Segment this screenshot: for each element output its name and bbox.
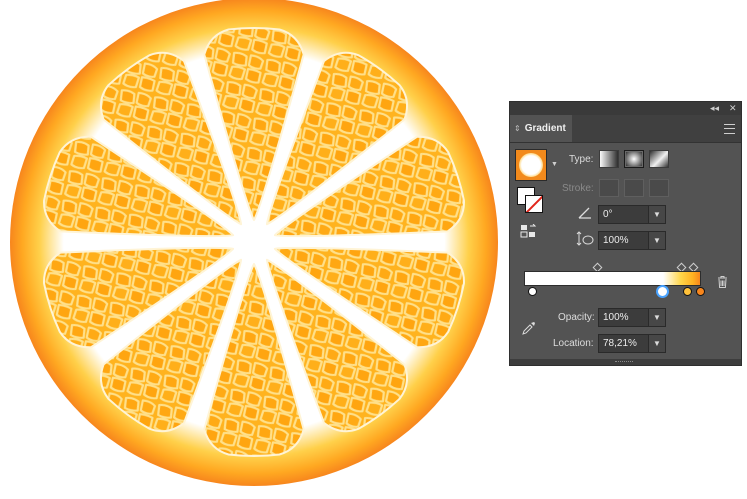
stroke-swatch[interactable] (525, 195, 543, 213)
gradient-slider[interactable] (524, 271, 701, 286)
orange-core (240, 228, 268, 256)
opacity-field[interactable]: 100% ▼ (598, 308, 666, 327)
radial-gradient-button[interactable] (624, 150, 644, 168)
gradient-preview-swatch[interactable] (515, 149, 547, 181)
panel-menu-icon[interactable] (724, 124, 735, 134)
location-value[interactable]: 78,21% (599, 338, 648, 349)
gradient-stop[interactable] (696, 287, 705, 296)
stroke-along-button[interactable] (624, 179, 644, 197)
tab-gradient[interactable]: ⇕ Gradient (510, 115, 572, 142)
gradient-stop[interactable] (528, 287, 537, 296)
aspect-ratio-dropdown-icon[interactable]: ▼ (648, 232, 665, 249)
tab-grip-icon[interactable]: ⇕ (514, 124, 521, 133)
resize-grip-icon[interactable] (615, 361, 633, 364)
opacity-dropdown-icon[interactable]: ▼ (648, 309, 665, 326)
aspect-ratio-icon (576, 231, 594, 246)
angle-field[interactable]: 0° ▼ (598, 205, 666, 224)
freeform-gradient-button[interactable] (649, 150, 669, 168)
location-dropdown-icon[interactable]: ▼ (648, 335, 665, 352)
fill-stroke-swatch[interactable] (517, 187, 543, 213)
delete-stop-icon[interactable] (717, 276, 728, 288)
opacity-label: Opacity: (558, 312, 595, 323)
close-icon[interactable]: ✕ (729, 102, 737, 115)
gradient-stop-selected[interactable] (656, 285, 669, 298)
gradient-preview-disc (519, 153, 543, 177)
opacity-value[interactable]: 100% (599, 312, 648, 323)
angle-icon (578, 207, 591, 219)
preview-dropdown-icon[interactable]: ▼ (551, 161, 558, 168)
stroke-across-button[interactable] (649, 179, 669, 197)
gradient-panel: ◂◂ ✕ ⇕ Gradient ▼ Type: Stroke: 0° ▼ 100… (509, 101, 742, 366)
eyedropper-icon[interactable] (522, 321, 536, 335)
type-label: Type: (569, 154, 594, 165)
tab-gradient-label: Gradient (524, 123, 566, 134)
angle-value[interactable]: 0° (599, 209, 648, 220)
aspect-ratio-field[interactable]: 100% ▼ (598, 231, 666, 250)
reverse-gradient-icon[interactable] (520, 224, 538, 238)
location-label: Location: (553, 338, 594, 349)
panel-titlebar: ◂◂ ✕ (510, 102, 741, 115)
collapse-icon[interactable]: ◂◂ (710, 102, 719, 115)
stroke-within-button[interactable] (599, 179, 619, 197)
linear-gradient-button[interactable] (599, 150, 619, 168)
gradient-stop[interactable] (683, 287, 692, 296)
aspect-ratio-value[interactable]: 100% (599, 235, 648, 246)
stroke-label: Stroke: (562, 183, 594, 194)
panel-tabbar: ⇕ Gradient (510, 115, 741, 143)
panel-resize-bar[interactable] (510, 359, 741, 365)
angle-dropdown-icon[interactable]: ▼ (648, 206, 665, 223)
location-field[interactable]: 78,21% ▼ (598, 334, 666, 353)
